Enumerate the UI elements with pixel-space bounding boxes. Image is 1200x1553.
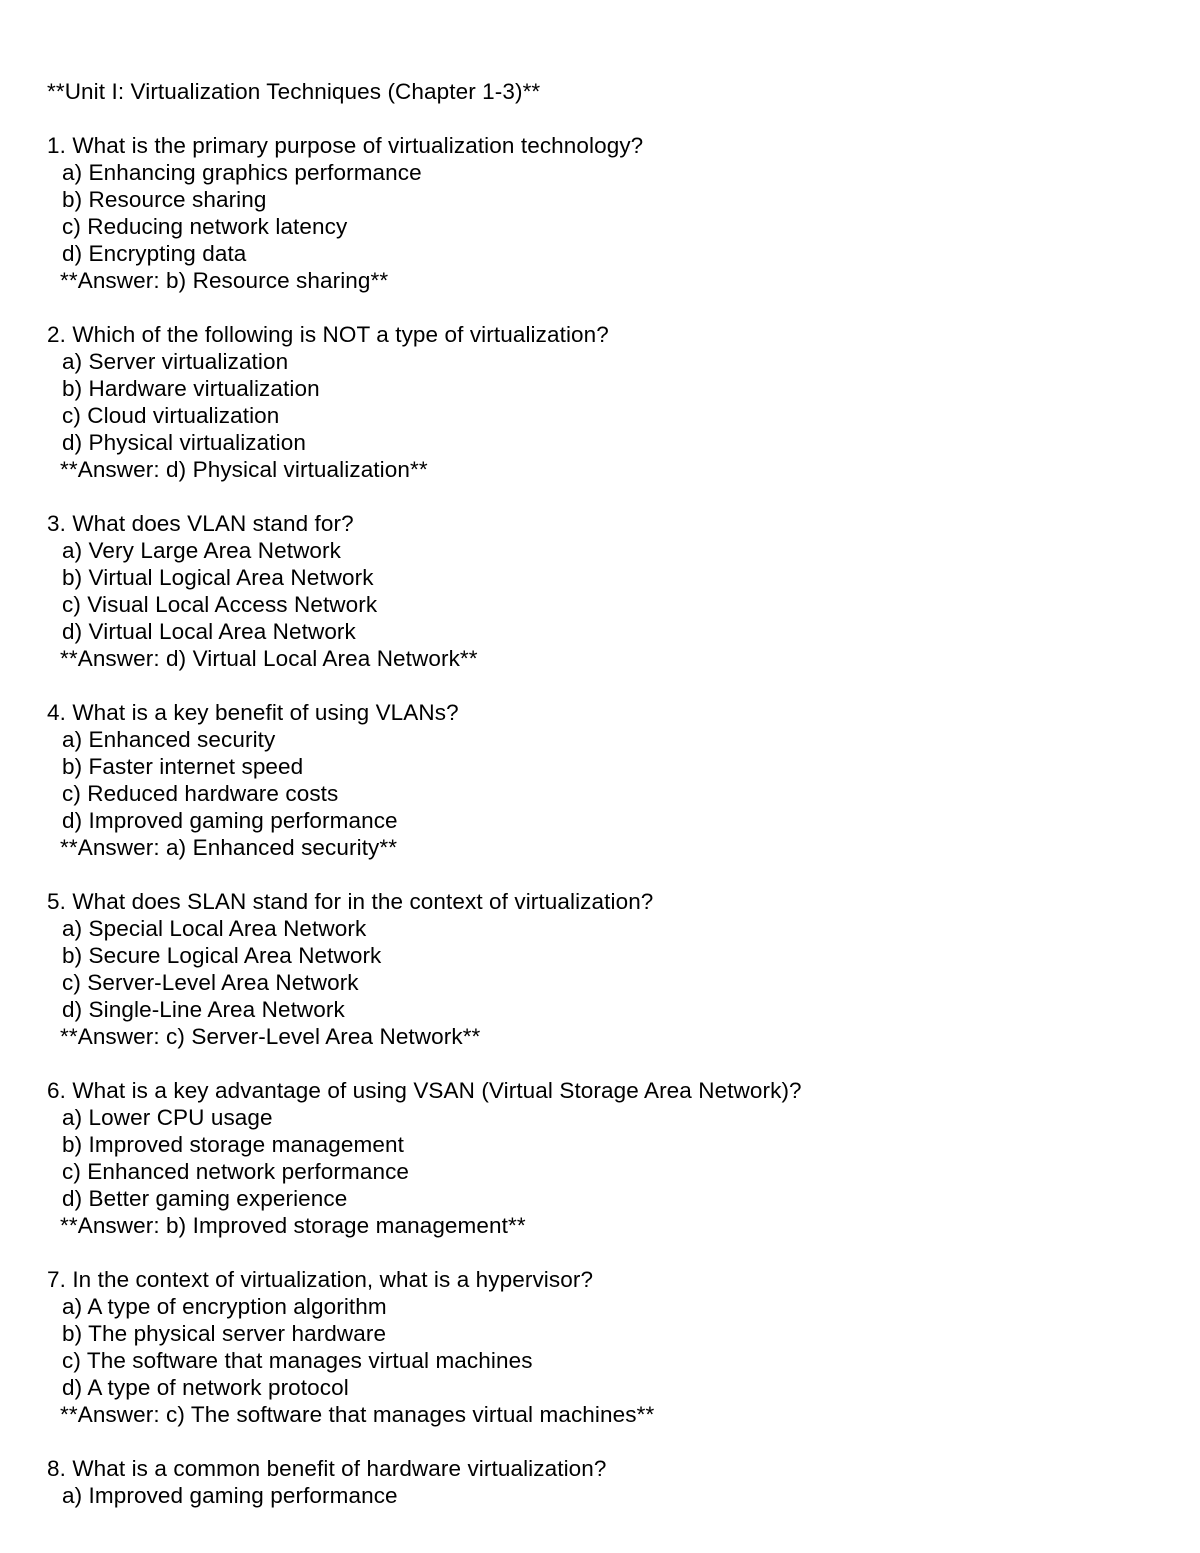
question-block: 1. What is the primary purpose of virtua… [47,132,1160,294]
question-answer: **Answer: d) Virtual Local Area Network*… [60,646,478,671]
question-option: a) Very Large Area Network [62,538,341,563]
question-option: a) Enhanced security [62,727,276,752]
question-block: 8. What is a common benefit of hardware … [47,1455,1160,1509]
question-option: c) The software that manages virtual mac… [62,1348,533,1373]
question-option: d) Virtual Local Area Network [62,619,356,644]
question-block: 7. In the context of virtualization, wha… [47,1266,1160,1428]
question-option: b) Secure Logical Area Network [62,943,382,968]
question-answer: **Answer: c) Server-Level Area Network** [60,1024,481,1049]
question-stem: 2. Which of the following is NOT a type … [47,322,609,347]
question-option: d) A type of network protocol [62,1375,349,1400]
question-option: c) Reduced hardware costs [62,781,339,806]
question-option: c) Visual Local Access Network [62,592,378,617]
question-option: b) Resource sharing [62,187,267,212]
document-body: **Unit I: Virtualization Techniques (Cha… [47,78,1160,1509]
question-option: d) Encrypting data [62,241,247,266]
question-block: 6. What is a key advantage of using VSAN… [47,1077,1160,1239]
question-answer: **Answer: b) Resource sharing** [60,268,389,293]
question-option: c) Server-Level Area Network [62,970,359,995]
question-block: 2. Which of the following is NOT a type … [47,321,1160,483]
question-option: c) Cloud virtualization [62,403,280,428]
question-option: a) Lower CPU usage [62,1105,273,1130]
question-option: a) Server virtualization [62,349,289,374]
question-stem: 8. What is a common benefit of hardware … [47,1456,607,1481]
question-answer: **Answer: a) Enhanced security** [60,835,398,860]
question-option: b) Hardware virtualization [62,376,320,401]
question-option: b) Faster internet speed [62,754,304,779]
question-option: b) Virtual Logical Area Network [62,565,374,590]
question-option: b) The physical server hardware [62,1321,387,1346]
question-stem: 4. What is a key benefit of using VLANs? [47,700,459,725]
question-stem: 6. What is a key advantage of using VSAN… [47,1078,802,1103]
question-stem: 3. What does VLAN stand for? [47,511,354,536]
question-option: a) Improved gaming performance [62,1483,398,1508]
question-option: a) Special Local Area Network [62,916,367,941]
question-option: c) Reducing network latency [62,214,348,239]
question-block: 4. What is a key benefit of using VLANs?… [47,699,1160,861]
title-spacer [47,105,1160,132]
question-option: d) Better gaming experience [62,1186,348,1211]
question-stem: 1. What is the primary purpose of virtua… [47,133,644,158]
question-option: a) Enhancing graphics performance [62,160,422,185]
question-stem: 7. In the context of virtualization, wha… [47,1267,594,1292]
question-option: d) Single-Line Area Network [62,997,345,1022]
document-page: **Unit I: Virtualization Techniques (Cha… [0,0,1200,1553]
question-block: 3. What does VLAN stand for? a) Very Lar… [47,510,1160,672]
question-option: d) Physical virtualization [62,430,306,455]
question-stem: 5. What does SLAN stand for in the conte… [47,889,654,914]
question-answer: **Answer: c) The software that manages v… [60,1402,655,1427]
document-title: **Unit I: Virtualization Techniques (Cha… [47,79,541,104]
question-answer: **Answer: d) Physical virtualization** [60,457,428,482]
question-answer: **Answer: b) Improved storage management… [60,1213,526,1238]
question-option: b) Improved storage management [62,1132,404,1157]
question-option: a) A type of encryption algorithm [62,1294,387,1319]
question-option: d) Improved gaming performance [62,808,398,833]
question-block: 5. What does SLAN stand for in the conte… [47,888,1160,1050]
question-option: c) Enhanced network performance [62,1159,410,1184]
